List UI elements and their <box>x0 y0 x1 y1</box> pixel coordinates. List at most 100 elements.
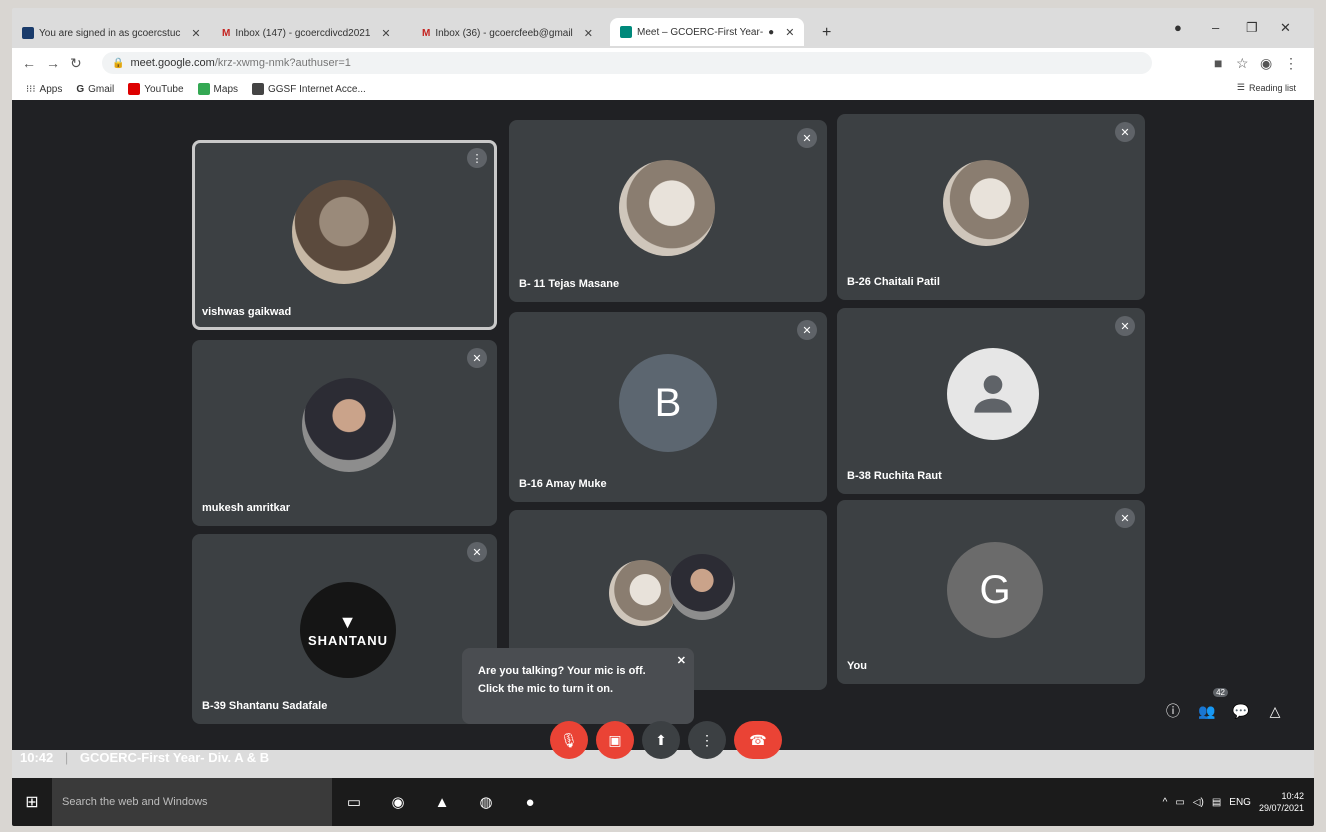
avatar-initial: B <box>654 380 682 425</box>
app-icon[interactable]: ▲ <box>420 778 464 826</box>
network-icon[interactable]: ▭ <box>1175 797 1184 808</box>
account-icon[interactable]: ◉ <box>1260 55 1272 72</box>
chat-button[interactable]: 💬 <box>1228 698 1254 724</box>
avatar <box>609 560 675 626</box>
avatar <box>292 180 396 284</box>
bookmark-maps[interactable]: Maps <box>197 83 238 95</box>
windows-start-icon[interactable]: ⊞ <box>12 778 52 826</box>
bookmark-label: GGSF Internet Acce... <box>268 83 366 95</box>
chat-icon: 💬 <box>1232 702 1250 719</box>
people-button[interactable]: 👥 42 <box>1194 688 1228 724</box>
activities-icon: △ <box>1269 702 1281 719</box>
participant-tile[interactable]: ✕ B-38 Ruchita Raut <box>837 308 1145 494</box>
chevron-up-icon[interactable]: ^ <box>1163 797 1168 808</box>
app-icon[interactable]: ● <box>508 778 552 826</box>
mic-toggle-button[interactable]: 🎙 <box>550 721 588 759</box>
google-g-icon: G <box>76 83 85 95</box>
bookmark-ggsf[interactable]: GGSF Internet Acce... <box>252 83 366 95</box>
url-host: meet.google.com <box>130 57 215 69</box>
tab-label: Inbox (147) - gcoercdivcd2021 <box>235 27 371 39</box>
bookmark-apps[interactable]: ⁝⁝⁝ Apps <box>26 84 62 95</box>
leave-call-button[interactable]: ☎ <box>734 721 782 759</box>
notification-icon[interactable]: ▤ <box>1212 797 1221 808</box>
volume-icon[interactable]: ◁) <box>1193 797 1204 808</box>
chrome-icon[interactable]: ◍ <box>464 778 508 826</box>
url-input[interactable]: 🔒 meet.google.com /krz-xwmg-nmk?authuser… <box>102 52 1152 74</box>
people-icon: 👥 <box>1198 702 1216 719</box>
browser-icon[interactable]: ◉ <box>376 778 420 826</box>
language-indicator[interactable]: ENG <box>1229 797 1251 808</box>
tab-inbox-2[interactable]: M Inbox (36) - gcoercfeeb@gmail ✕ <box>422 22 593 44</box>
minimize-icon[interactable]: – <box>1212 20 1219 35</box>
avatar <box>619 160 715 256</box>
participant-tile[interactable]: ✕ B-26 Chaitali Patil <box>837 114 1145 300</box>
meeting-time: 10:42 <box>20 750 54 765</box>
logo-text: SHANTANU <box>308 633 388 648</box>
bookmark-youtube[interactable]: YouTube <box>128 83 184 95</box>
reading-list-button[interactable]: ☰ Reading list <box>1237 82 1296 93</box>
meeting-title: GCOERC-First Year- Div. A & B <box>79 750 270 765</box>
close-icon[interactable]: ✕ <box>381 27 390 40</box>
participant-tile-you[interactable]: G ✕ You <box>837 500 1145 684</box>
apps-grid-icon: ⁝⁝⁝ <box>26 83 36 95</box>
close-icon[interactable]: ✕ <box>191 27 200 40</box>
reload-icon[interactable]: ↻ <box>70 55 82 72</box>
close-icon[interactable]: ✕ <box>584 27 593 40</box>
avatar <box>302 378 396 472</box>
participant-tile[interactable]: ✕ mukesh amritkar <box>192 340 497 526</box>
star-icon[interactable]: ☆ <box>1236 55 1249 72</box>
participant-tile[interactable]: B ✕ B-16 Amay Muke <box>509 312 827 502</box>
avatar: B <box>619 354 717 452</box>
forward-icon[interactable]: → <box>46 55 60 71</box>
bookmark-label: Maps <box>213 83 238 95</box>
restore-icon[interactable]: ❐ <box>1246 20 1258 36</box>
camera-toggle-button[interactable]: ▣ <box>596 721 634 759</box>
participant-name: B-38 Ruchita Raut <box>847 470 942 482</box>
profile-icon[interactable]: ● <box>1174 20 1182 35</box>
participant-tile[interactable]: ✕ B- 11 Tejas Masane <box>509 120 827 302</box>
new-tab-button[interactable]: + <box>822 22 831 44</box>
youtube-icon <box>128 83 141 95</box>
tab-signed-in[interactable]: You are signed in as gcoercstuc ✕ <box>22 22 201 44</box>
taskbar-search-input[interactable]: Search the web and Windows <box>52 778 332 826</box>
close-window-icon[interactable]: ✕ <box>1280 20 1291 36</box>
participant-tile[interactable]: ⋮ vishwas gaikwad <box>192 140 497 330</box>
tab-meet[interactable]: Meet – GCOERC-First Year- ● ✕ <box>610 18 805 46</box>
people-count-badge: 42 <box>1213 688 1228 697</box>
participant-name: B-16 Amay Muke <box>519 478 607 490</box>
tooltip-line-1: Are you talking? Your mic is off. <box>478 665 646 677</box>
bookmark-label: Apps <box>39 83 63 95</box>
maps-icon <box>197 83 210 95</box>
tab-label: Meet – GCOERC-First Year- <box>637 26 764 38</box>
bookmark-gmail[interactable]: G Gmail <box>76 84 114 95</box>
tab-inbox-1[interactable]: M Inbox (147) - gcoercdivcd2021 ✕ <box>222 22 391 44</box>
hang-up-icon: ☎ <box>749 731 767 748</box>
more-vert-icon: ⋮ <box>700 731 714 748</box>
mic-off-icon: ✕ <box>467 348 487 368</box>
mic-off-icon: ✕ <box>797 320 817 340</box>
present-button[interactable]: ⬆ <box>642 721 680 759</box>
beard-icon: ▼ <box>338 612 358 632</box>
close-icon[interactable]: ✕ <box>785 26 794 39</box>
screen: You are signed in as gcoercstuc ✕ M Inbo… <box>12 8 1314 826</box>
participant-name: B- 11 Tejas Masane <box>519 278 620 290</box>
clock[interactable]: 10:42 29/07/2021 <box>1259 790 1304 814</box>
extension-icon[interactable]: ■ <box>1214 55 1222 71</box>
reading-list-icon: ☰ <box>1236 82 1245 92</box>
divider: | <box>64 750 69 765</box>
shantanu-logo-icon: ▼ SHANTANU <box>300 582 396 678</box>
activities-button[interactable]: △ <box>1262 698 1288 724</box>
mic-off-icon: ✕ <box>467 542 487 562</box>
windows-taskbar: ⊞ Search the web and Windows ▭ ◉ ▲ ◍ ● ^… <box>12 778 1314 826</box>
mic-off-icon: ✕ <box>797 128 817 148</box>
participant-tile[interactable]: ▼ SHANTANU ✕ B-39 Shantanu Sadafale <box>192 534 497 724</box>
close-icon[interactable]: ✕ <box>677 652 686 670</box>
avatar <box>943 160 1029 246</box>
meeting-details-button[interactable]: ⓘ <box>1160 698 1186 724</box>
back-icon[interactable]: ← <box>22 55 36 71</box>
menu-icon[interactable]: ⋮ <box>1284 55 1298 72</box>
more-options-button[interactable]: ⋮ <box>688 721 726 759</box>
gmail-icon: M <box>422 27 431 39</box>
address-bar: ← → ↻ 🔒 meet.google.com /krz-xwmg-nmk?au… <box>12 48 1314 78</box>
task-view-icon[interactable]: ▭ <box>332 778 376 826</box>
